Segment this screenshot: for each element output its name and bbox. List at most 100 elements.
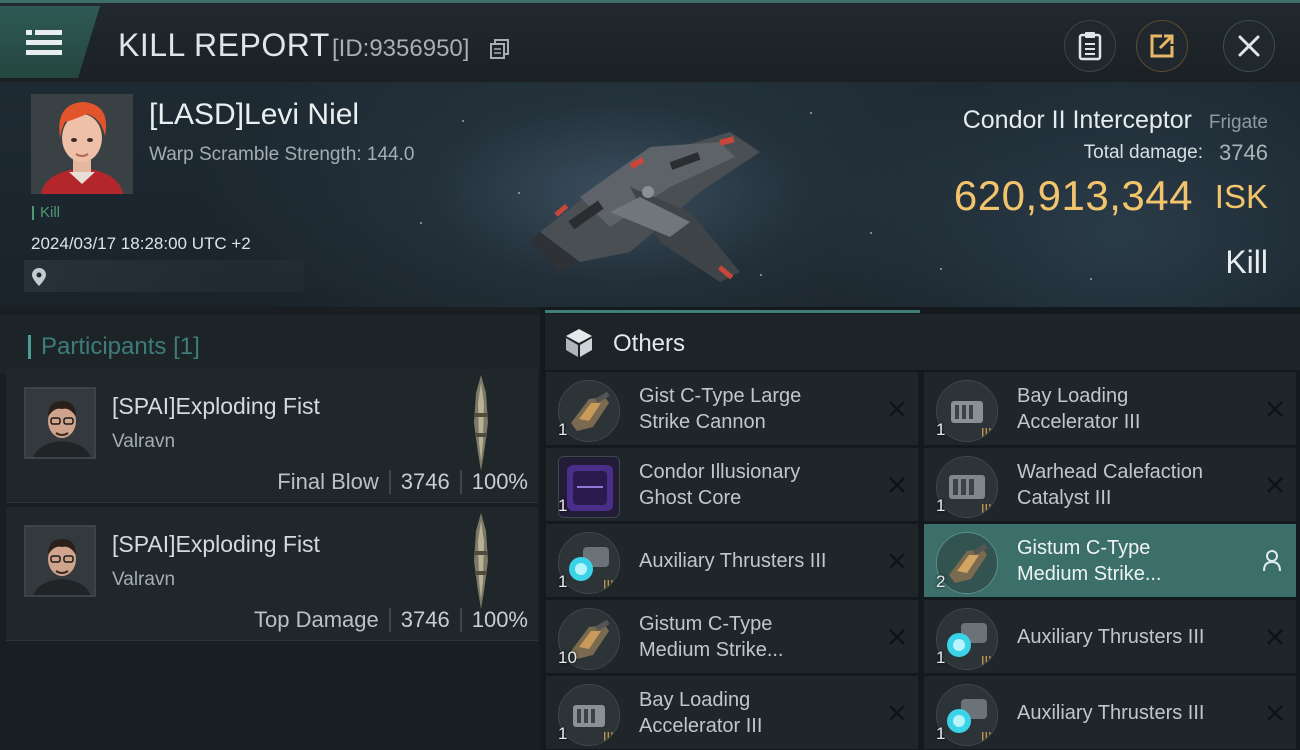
total-damage-value: 3746 [1219,140,1268,165]
item-name-line1: Auxiliary Thrusters III [1017,702,1205,724]
item-name-line1: Warhead Calefaction [1017,461,1204,483]
result-tag: Kill [32,205,60,220]
item-row[interactable]: III 1 Warhead Calefaction Catalyst III [924,448,1296,521]
participants-panel: Participants [1] [SPAI]Exploding Fist Va… [0,307,540,750]
item-row[interactable]: 1 Condor Illusionary Ghost Core [546,448,918,521]
header-bar: KILL REPORT [ID:9356950] [0,0,1300,82]
item-row[interactable]: III 1 Bay Loading Accelerator III [546,676,918,749]
participant-portrait[interactable] [24,525,96,597]
person-icon[interactable] [1262,550,1282,572]
item-quantity: 2 [936,572,946,591]
participant-name[interactable]: [SPAI]Exploding Fist [112,393,320,420]
item-row[interactable]: III 1 Auxiliary Thrusters III [546,524,918,597]
participant-stats: Top Damage 3746 100% [254,607,528,633]
ship-name[interactable]: Condor II Interceptor [963,106,1192,135]
item-name-line2: Accelerator III [639,715,763,737]
item-name-line2: Catalyst III [1017,487,1112,509]
share-button[interactable] [1136,20,1188,72]
cube-icon [563,327,595,359]
item-name: Bay Loading Accelerator III [1017,383,1257,435]
close-button[interactable] [1223,20,1275,72]
participant-row[interactable]: [SPAI]Exploding Fist Valravn Top Damage … [6,507,538,641]
destroyed-x-icon [888,628,906,646]
destroyed-x-icon [888,476,906,494]
close-icon [1238,35,1260,57]
item-row[interactable]: III 1 Auxiliary Thrusters III [924,600,1296,673]
participant-row[interactable]: [SPAI]Exploding Fist Valravn Final Blow … [6,369,538,503]
divider [459,608,462,632]
destroyed-x-icon [888,704,906,722]
share-icon [1150,34,1174,58]
item-quantity: 1 [936,420,946,439]
location-pin-icon [31,267,47,287]
kill-datetime: 2024/03/17 18:28:00 UTC +2 [31,234,251,253]
item-row[interactable]: 1 Gist C-Type Large Strike Cannon [546,372,918,445]
isk-label: ISK [1214,178,1268,215]
item-name: Condor Illusionary Ghost Core [639,459,879,511]
total-damage-label: Total damage: [1083,142,1203,163]
destroyed-x-icon [1266,704,1284,722]
destroyed-x-icon [888,400,906,418]
ship-class: Frigate [1208,112,1268,133]
participant-ship-icon [468,511,494,611]
report-id: [ID:9356950] [332,35,470,62]
menu-button[interactable] [0,6,100,78]
svg-text:III: III [981,654,992,668]
destroyed-x-icon [1266,628,1284,646]
svg-text:III: III [981,502,992,516]
participants-header: Participants [1] [0,315,540,373]
item-name: Gistum C-Type Medium Strike... [1017,535,1257,587]
item-name: Auxiliary Thrusters III [1017,700,1257,726]
item-name: Gistum C-Type Medium Strike... [639,611,879,663]
others-title: Others [613,330,686,357]
item-quantity: 1 [936,724,946,743]
participants-count: [1] [173,333,200,360]
item-name-line1: Bay Loading [1017,385,1129,407]
participant-damage: 3746 [400,607,450,632]
item-name: Gist C-Type Large Strike Cannon [639,383,879,435]
participant-name[interactable]: [SPAI]Exploding Fist [112,531,320,558]
item-name-line1: Auxiliary Thrusters III [1017,626,1205,648]
item-name-line2: Medium Strike... [639,639,784,661]
item-row[interactable]: 10 Gistum C-Type Medium Strike... [546,600,918,673]
item-name-line1: Bay Loading [639,689,751,711]
participants-title-label: Participants [41,333,167,360]
victim-summary-panel: [LASD]Levi Niel Warp Scramble Strength: … [0,82,1300,307]
location-bar[interactable] [24,260,304,292]
page-title: KILL REPORT [118,27,330,63]
participant-role: Final Blow [277,469,379,494]
svg-text:III: III [603,730,614,744]
isk-value: 620,913,344 [953,172,1193,219]
others-tab-indicator [545,310,920,313]
item-name-line2: Medium Strike... [1017,563,1162,585]
participant-portrait[interactable] [24,387,96,459]
participant-damage: 3746 [400,469,450,494]
victim-portrait[interactable] [31,94,133,194]
participant-stats: Final Blow 3746 100% [277,469,528,495]
item-name: Warhead Calefaction Catalyst III [1017,459,1257,511]
svg-text:III: III [603,578,614,592]
destroyed-x-icon [1266,400,1284,418]
participants-title: Participants [1] [28,335,200,359]
participant-percent: 100% [471,607,528,632]
item-name: Auxiliary Thrusters III [639,548,879,574]
destroyed-x-icon [1266,476,1284,494]
participant-corp: Valravn [112,569,176,590]
participant-role: Top Damage [254,607,379,632]
clipboard-button[interactable] [1064,20,1116,72]
svg-text:III: III [981,426,992,440]
item-name-line2: Accelerator III [1017,411,1141,433]
participant-percent: 100% [471,469,528,494]
item-row[interactable]: III 1 Bay Loading Accelerator III [924,372,1296,445]
victim-name[interactable]: [LASD]Levi Niel [149,98,359,132]
participant-corp: Valravn [112,431,176,452]
item-row-selected[interactable]: 2 Gistum C-Type Medium Strike... [924,524,1296,597]
destroyed-x-icon [888,552,906,570]
copy-icon[interactable] [490,39,510,59]
divider [388,470,391,494]
item-row[interactable]: III 1 Auxiliary Thrusters III [924,676,1296,749]
participant-ship-icon [468,373,494,473]
item-quantity: 10 [558,648,577,667]
item-name-line2: Strike Cannon [639,411,766,433]
item-name-line1: Gist C-Type Large [639,385,802,407]
